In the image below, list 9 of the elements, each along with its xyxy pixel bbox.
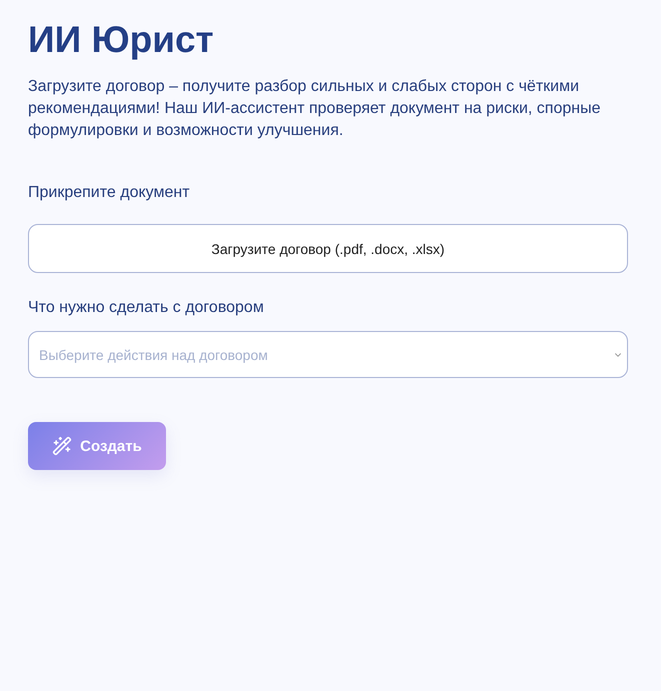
action-label: Что нужно сделать с договором bbox=[28, 299, 265, 317]
description: Загрузите договор – получите разбор сильных и слабых сторон с чёткими рекомендациями! Наш ИИ-ассистент проверяет документ на риски, спорные формулировки и возможности улучшения. bbox=[28, 77, 602, 141]
upload-label: Прикрепите документ bbox=[28, 184, 191, 202]
wand-icon bbox=[52, 436, 72, 456]
create-button[interactable]: Создать bbox=[28, 422, 166, 470]
upload-button[interactable]: Загрузите договор (.pdf, .docx, .xlsx) bbox=[28, 224, 628, 273]
page-title: ИИ Юрист bbox=[28, 18, 215, 62]
action-select[interactable]: Выберите действия над договором bbox=[28, 331, 628, 378]
select-placeholder: Выберите действия над договором bbox=[39, 346, 268, 362]
